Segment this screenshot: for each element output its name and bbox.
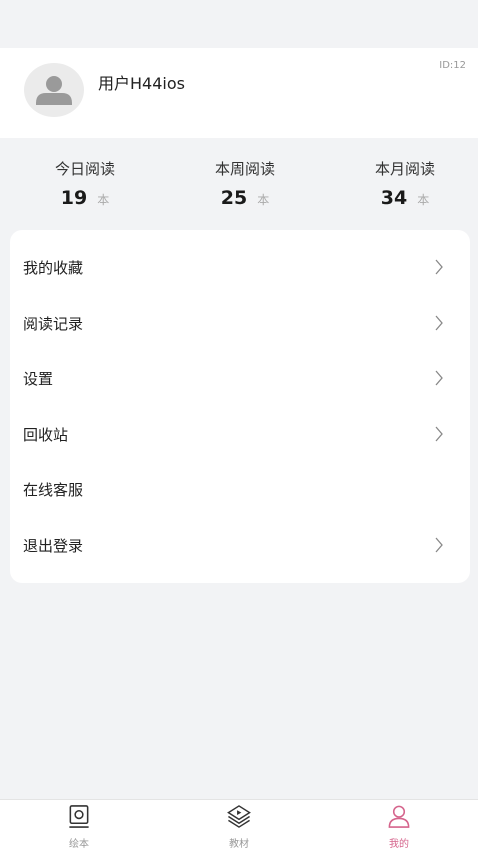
user-id: ID:12 [439,60,466,71]
textbook-play-icon [227,805,251,828]
stat-value: 25 [220,187,248,209]
chevron-right-icon [435,315,443,331]
menu-list: 我的收藏 阅读记录 设置 回收站 在线客服 退出登录 [10,230,470,583]
menu-item-label: 退出登录 [23,536,84,555]
profile-header[interactable]: 用户H44ios ID:12 [0,48,478,138]
stat-value: 19 [60,187,88,209]
tab-label: 教材 [229,839,249,850]
chevron-right-icon [435,370,443,386]
menu-item-online-service[interactable]: 在线客服 [10,469,470,509]
menu-item-favorites[interactable]: 我的收藏 [10,247,470,287]
tab-label: 我的 [389,839,409,850]
stat-value: 34 [380,187,408,209]
menu-item-label: 设置 [23,369,54,388]
stat-label: 本周阅读 [214,160,275,178]
tab-label: 绘本 [69,839,89,850]
reading-stats: 今日阅读 19 本 本周阅读 25 本 本月阅读 34 本 [0,158,478,214]
stat-week: 本周阅读 25 本 [185,158,305,209]
menu-item-label: 阅读记录 [23,314,84,333]
menu-item-label: 回收站 [23,425,69,444]
avatar[interactable] [24,63,84,117]
username: 用户H44ios [98,74,185,93]
tab-textbooks[interactable]: 教材 [199,804,279,850]
menu-item-logout[interactable]: 退出登录 [10,525,470,565]
user-profile-icon [388,805,410,828]
stat-unit: 本 [97,193,110,207]
stat-unit: 本 [417,193,430,207]
stat-unit: 本 [257,193,270,207]
menu-item-reading-history[interactable]: 阅读记录 [10,303,470,343]
chevron-right-icon [435,426,443,442]
stat-label: 今日阅读 [54,160,115,178]
menu-item-label: 在线客服 [23,480,84,499]
picture-book-icon [69,805,89,828]
profile-page: 用户H44ios ID:12 今日阅读 19 本 本周阅读 25 本 本月阅读 34… [0,0,478,850]
stat-label: 本月阅读 [374,160,435,178]
stat-today: 今日阅读 19 本 [25,158,145,209]
tab-picture-books[interactable]: 绘本 [39,804,119,850]
avatar-placeholder-icon [36,76,72,105]
stat-month: 本月阅读 34 本 [345,158,465,209]
tab-mine[interactable]: 我的 [359,804,439,850]
menu-item-recycle-bin[interactable]: 回收站 [10,414,470,454]
chevron-right-icon [435,537,443,553]
chevron-right-icon [435,259,443,275]
menu-item-label: 我的收藏 [23,258,84,277]
menu-item-settings[interactable]: 设置 [10,358,470,398]
bottom-tab-bar: 绘本 教材 我的 [0,799,478,850]
